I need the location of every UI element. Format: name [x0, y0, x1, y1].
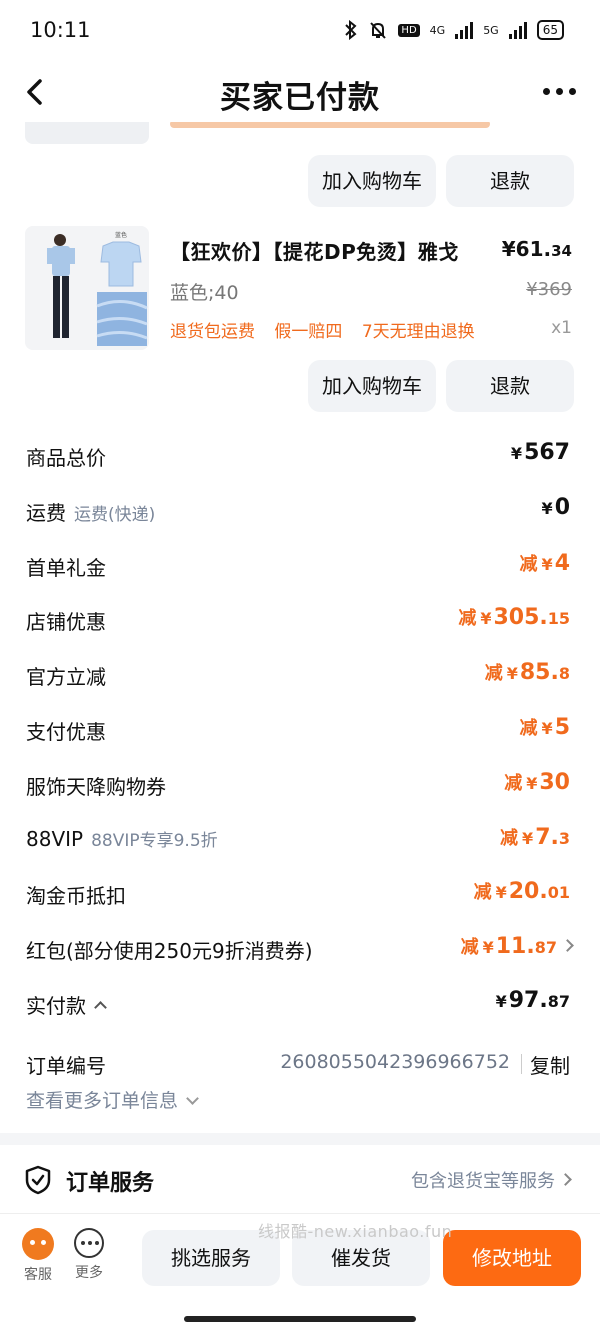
customer-service-button[interactable]: 客服	[16, 1228, 60, 1284]
order-number-value: 2608055042396966752	[280, 1051, 510, 1073]
previous-item-thumbnail	[25, 122, 149, 144]
signal-icon-2	[508, 21, 527, 39]
status-time: 10:11	[30, 18, 91, 42]
swatch-label: 蓝色	[115, 231, 127, 239]
watermark: 线报酷-new.xianbao.fun	[258, 1222, 453, 1241]
order-service-desc: 包含退货宝等服务	[411, 1167, 572, 1193]
add-to-cart-button-1[interactable]: 加入购物车	[308, 155, 436, 207]
signal-icon	[455, 21, 474, 39]
order-service-title: 订单服务	[66, 1171, 155, 1196]
order-service-row[interactable]: 订单服务 包含退货宝等服务	[0, 1145, 600, 1213]
summary-row-official-discount: 官方立减 减 ¥85.8	[26, 660, 570, 689]
order-number-label: 订单编号	[26, 1054, 106, 1078]
product-quantity: x1	[551, 318, 572, 338]
previous-item-tags-cutoff	[170, 122, 490, 128]
product-photo-icon: 蓝色	[25, 226, 149, 350]
product-tags: 退货包运费 假一赔四 7天无理由退换	[170, 317, 489, 342]
network-5g: 5G	[483, 23, 499, 37]
product-spec: 蓝色;40	[170, 282, 239, 304]
summary-row-shipping: 运费 运费(快递) ¥0	[26, 495, 570, 525]
refund-button-1[interactable]: 退款	[446, 155, 574, 207]
summary-row-apparel-coupon: 服饰天降购物券 减 ¥30	[26, 770, 570, 799]
chevron-right-icon	[559, 1173, 572, 1186]
original-price: ¥369	[526, 279, 572, 300]
status-bar: 10:11 HD 4G 5G 65	[0, 0, 600, 62]
tag-7day-return: 7天无理由退换	[361, 322, 475, 342]
network-4g: 4G	[429, 23, 446, 37]
copy-button[interactable]: 复制	[530, 1050, 570, 1079]
title-bar: 买家已付款	[0, 62, 600, 122]
bluetooth-icon	[345, 20, 357, 40]
customer-service-icon	[22, 1228, 54, 1260]
hd-badge: HD	[398, 23, 420, 37]
summary-row-store-discount: 店铺优惠 减 ¥305.15	[26, 605, 570, 634]
summary-row-payment-discount: 支付优惠 减 ¥5	[26, 715, 570, 744]
summary-row-88vip: 88VIP 88VIP专享9.5折 减 ¥7.3	[26, 825, 570, 851]
chevron-right-icon	[561, 939, 574, 952]
summary-row-paid[interactable]: 实付款 ¥97.87	[0, 984, 600, 1024]
product-image[interactable]: 蓝色	[25, 226, 149, 350]
home-indicator[interactable]	[184, 1316, 416, 1322]
chevron-down-icon	[186, 1092, 199, 1105]
battery-icon: 65	[536, 20, 564, 40]
product-title[interactable]: 【狂欢价】【提花DP免烫】雅戈	[170, 236, 459, 265]
section-divider	[0, 1133, 600, 1145]
summary-row-taojinbi: 淘金币抵扣 减 ¥20.01	[26, 879, 570, 908]
change-address-button[interactable]: 修改地址	[443, 1230, 581, 1286]
more-options-icon[interactable]	[543, 88, 576, 95]
chevron-up-icon	[94, 1001, 107, 1014]
tag-fake-compensation: 假一赔四	[274, 322, 343, 342]
more-button[interactable]: 更多	[67, 1228, 111, 1282]
summary-row-red-packet[interactable]: 红包(部分使用250元9折消费券) 减 ¥11.87	[0, 929, 600, 969]
add-to-cart-button-2[interactable]: 加入购物车	[308, 360, 436, 412]
copy-divider	[521, 1054, 522, 1074]
mute-bell-icon	[370, 22, 387, 39]
shield-check-icon	[25, 1165, 51, 1195]
summary-row-goods-total: 商品总价 ¥567	[26, 440, 570, 470]
tag-free-return-shipping: 退货包运费	[170, 322, 255, 342]
summary-row-first-order-gift: 首单礼金 减 ¥4	[26, 551, 570, 580]
status-icons: HD 4G 5G 65	[344, 20, 564, 40]
refund-button-2[interactable]: 退款	[446, 360, 574, 412]
more-order-info-link[interactable]: 查看更多订单信息	[26, 1086, 199, 1113]
page-title: 买家已付款	[220, 80, 380, 116]
previous-item-cutoff	[0, 122, 600, 146]
more-dots-icon	[74, 1228, 104, 1258]
product-price: ¥61.34	[501, 237, 572, 261]
